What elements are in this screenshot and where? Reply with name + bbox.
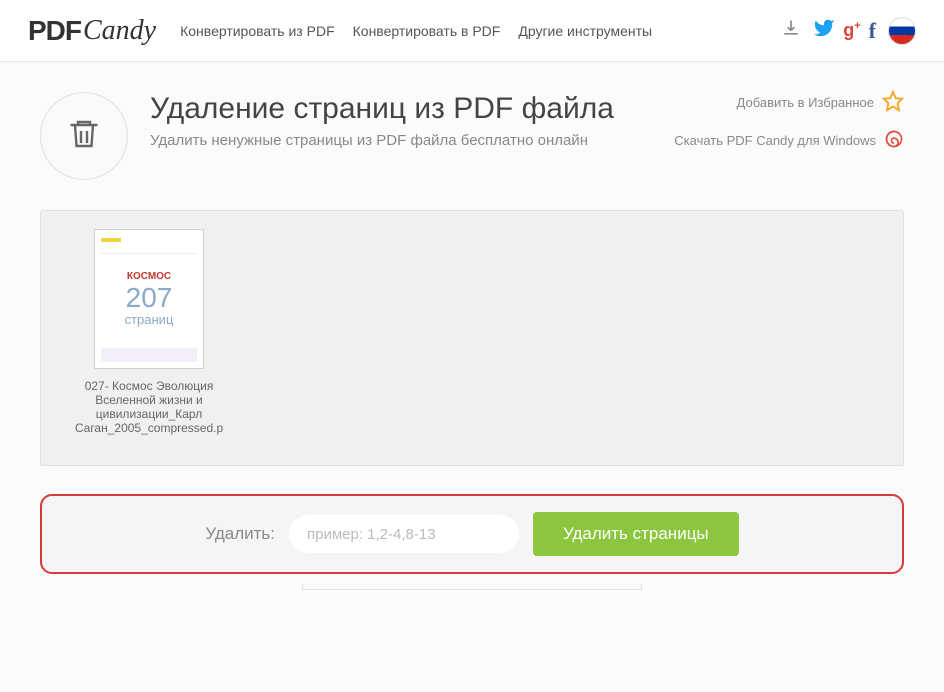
language-flag-ru[interactable] (888, 17, 916, 45)
file-list-area: КОСМОС 207 страниц 027- Космос Эволюция … (40, 210, 904, 466)
nav-convert-from-pdf[interactable]: Конвертировать из PDF (180, 23, 335, 39)
action-bar: Удалить: Удалить страницы (40, 494, 904, 574)
main-nav: Конвертировать из PDF Конвертировать в P… (180, 23, 652, 39)
add-favorite-label: Добавить в Избранное (737, 95, 874, 110)
main-content: Удаление страниц из PDF файла Удалить не… (0, 62, 944, 590)
thumb-doc-title: КОСМОС (127, 271, 171, 282)
nav-other-tools[interactable]: Другие инструменты (518, 23, 652, 39)
trash-icon (66, 114, 102, 159)
social-links: g+ f (813, 17, 876, 44)
tool-icon-circle (40, 92, 128, 180)
delete-pages-button[interactable]: Удалить страницы (533, 512, 739, 556)
topbar-right: g+ f (781, 17, 916, 45)
file-card[interactable]: КОСМОС 207 страниц 027- Космос Эволюция … (59, 229, 239, 435)
thumb-footer-decor (101, 348, 197, 362)
page-title: Удаление страниц из PDF файла (150, 92, 614, 126)
lollipop-icon (884, 129, 904, 152)
pdf-thumbnail: КОСМОС 207 страниц (94, 229, 204, 369)
download-windows-label: Скачать PDF Candy для Windows (674, 133, 876, 148)
download-windows-link[interactable]: Скачать PDF Candy для Windows (674, 129, 904, 152)
page-count-label: страниц (125, 312, 174, 327)
decorative-edge (302, 584, 642, 590)
top-bar: PDF Candy Конвертировать из PDF Конверти… (0, 0, 944, 62)
pages-input[interactable] (289, 515, 519, 553)
page-count-number: 207 (126, 284, 173, 312)
hero-text: Удаление страниц из PDF файла Удалить не… (150, 92, 614, 180)
facebook-icon[interactable]: f (869, 18, 876, 44)
side-links: Добавить в Избранное Скачать PDF Candy д… (674, 90, 904, 152)
logo-pdf: PDF (28, 15, 81, 47)
thumb-header-decor (101, 236, 197, 254)
twitter-icon[interactable] (813, 17, 835, 44)
download-icon[interactable] (781, 18, 801, 43)
file-name: 027- Космос Эволюция Вселенной жизни и ц… (59, 379, 239, 435)
logo-candy: Candy (83, 15, 156, 47)
star-icon (882, 90, 904, 115)
googleplus-icon[interactable]: g+ (843, 20, 860, 41)
add-favorite-link[interactable]: Добавить в Избранное (737, 90, 904, 115)
page-subtitle: Удалить ненужные страницы из PDF файла б… (150, 132, 614, 149)
delete-pages-label: Удалить: (205, 524, 275, 544)
hero: Удаление страниц из PDF файла Удалить не… (40, 92, 904, 180)
nav-convert-to-pdf[interactable]: Конвертировать в PDF (353, 23, 501, 39)
logo[interactable]: PDF Candy (28, 15, 156, 47)
